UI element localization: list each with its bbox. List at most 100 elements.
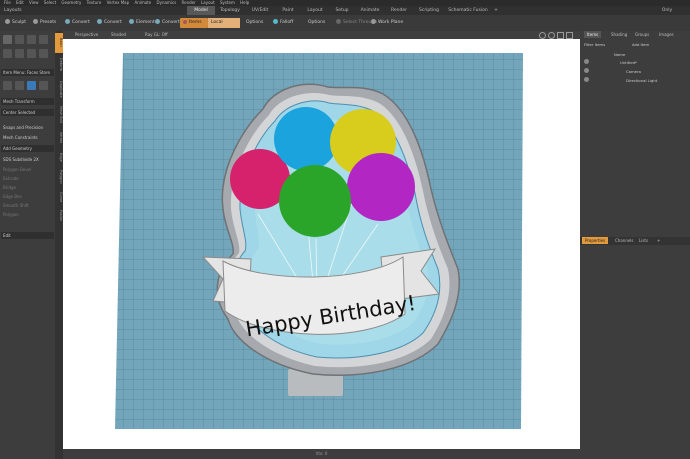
tab-images[interactable]: Images — [656, 31, 677, 38]
menu-render[interactable]: Render — [182, 0, 196, 5]
menu-dynamics[interactable]: Dynamics — [157, 0, 177, 5]
layouts-menu[interactable]: Layouts — [2, 6, 32, 15]
extrude-button[interactable]: Extrude — [1, 175, 54, 182]
menu-file[interactable]: File — [4, 0, 11, 5]
tab-render[interactable]: Render — [386, 6, 412, 15]
visibility-eye-icon[interactable] — [584, 77, 589, 82]
shield-icon[interactable] — [27, 81, 36, 90]
viewport-canvas[interactable]: Happy Birthday! — [63, 39, 580, 449]
3d-viewport[interactable]: Happy Birthday! — [63, 39, 580, 449]
rotate-tool-icon[interactable] — [15, 35, 24, 44]
add-panel-button[interactable]: + — [654, 237, 663, 244]
vtab-fusion[interactable]: Fusion — [55, 207, 63, 225]
convert-edge-button[interactable]: Convert — [94, 18, 125, 28]
menu-animate[interactable]: Animate — [134, 0, 151, 5]
tab-paint[interactable]: Paint — [276, 6, 300, 15]
shaded-menu[interactable]: Shaded — [111, 31, 126, 39]
snaps-precision-toggle[interactable]: Snaps and Precision — [1, 124, 54, 131]
visibility-eye-icon[interactable] — [584, 59, 589, 64]
menu-select[interactable]: Select — [44, 0, 56, 5]
bevel-tool-icon[interactable] — [3, 81, 12, 90]
falloff-button[interactable]: Falloff — [270, 18, 296, 28]
menu-edit[interactable]: Edit — [16, 0, 24, 5]
move-tool-icon[interactable] — [3, 35, 12, 44]
mesh-constraints-toggle[interactable]: Mesh Constraints — [1, 134, 54, 141]
items-mode-button[interactable]: Items — [180, 18, 208, 28]
scale-tool-icon[interactable] — [27, 35, 36, 44]
presets-button[interactable]: Presets — [30, 18, 59, 28]
options-falloff-button[interactable]: Options — [305, 18, 328, 28]
options-button[interactable]: Options — [243, 18, 266, 28]
edge-bevel-button[interactable]: Edge Bev — [1, 193, 54, 200]
work-plane-button[interactable]: Work Plane — [368, 18, 406, 28]
tab-groups[interactable]: Groups — [632, 31, 652, 38]
add-geometry-header[interactable]: Add Geometry — [1, 145, 54, 152]
tab-model[interactable]: Model — [187, 6, 215, 15]
tab-layout[interactable]: Layout — [302, 6, 328, 15]
mesh-transform-dropdown[interactable]: Mesh Transform — [1, 98, 54, 105]
menu-system[interactable]: System — [220, 0, 235, 5]
menu-help[interactable]: Help — [240, 0, 249, 5]
vtab-vertex[interactable]: Vertex — [55, 129, 63, 147]
menu-vertex-map[interactable]: Vertex Map — [107, 0, 130, 5]
tab-lists[interactable]: Lists — [636, 237, 651, 244]
tab-animate[interactable]: Animate — [356, 6, 384, 15]
item-menu-dropdown[interactable]: Item Menu: Faces Store — [1, 69, 54, 76]
vtab-polygon[interactable]: Polygon — [55, 167, 63, 187]
tab-channels[interactable]: Channels — [612, 237, 637, 244]
tree-item-scene[interactable]: Untitled* — [620, 60, 637, 65]
presets-icon — [33, 19, 38, 24]
tab-scripting[interactable]: Scripting — [414, 6, 444, 15]
vtab-deform[interactable]: Deform — [55, 55, 63, 75]
extrude-tool-icon[interactable] — [15, 81, 24, 90]
tab-setup[interactable]: Setup — [330, 6, 354, 15]
tab-shading[interactable]: Shading — [608, 31, 630, 38]
tab-schematic-fusion[interactable]: Schematic Fusion — [446, 6, 490, 15]
ray-gl-menu[interactable]: Ray GL: Off — [145, 31, 168, 39]
vtab-duplicate[interactable]: Duplicate — [55, 77, 63, 101]
cylinder-tool-icon[interactable] — [27, 49, 36, 58]
vtab-curve[interactable]: Curve — [55, 189, 63, 205]
loop-tool-icon[interactable] — [39, 81, 48, 90]
add-item-button[interactable]: Add Item — [632, 42, 649, 47]
sphere-tool-icon[interactable] — [15, 49, 24, 58]
center-selected-dropdown[interactable]: Center Selected — [1, 109, 54, 116]
rotate-view-icon[interactable] — [548, 32, 555, 39]
vtab-basic[interactable]: Basic — [55, 33, 63, 53]
menu-geometry[interactable]: Geometry — [61, 0, 81, 5]
transform-tool-icon[interactable] — [39, 35, 48, 44]
element-icon — [129, 19, 134, 24]
menu-view[interactable]: View — [29, 0, 39, 5]
bridge-button[interactable]: Bridge — [1, 184, 54, 191]
tab-properties[interactable]: Properties — [582, 237, 609, 244]
local-button[interactable]: Local — [208, 18, 240, 28]
maximize-view-icon[interactable] — [566, 32, 573, 39]
vtab-edge[interactable]: Edge — [55, 149, 63, 165]
vtab-mesh-edit[interactable]: Mesh Edit — [55, 103, 63, 127]
box-tool-icon[interactable] — [3, 49, 12, 58]
tab-items[interactable]: Items — [584, 31, 602, 38]
visibility-eye-icon[interactable] — [584, 68, 589, 73]
edit-dropdown[interactable]: Edit — [1, 232, 54, 239]
tab-uv-edit[interactable]: UV/Edit — [246, 6, 274, 15]
tab-topology[interactable]: Topology — [216, 6, 244, 15]
perspective-menu[interactable]: Perspective — [75, 31, 98, 39]
tree-item-camera[interactable]: Camera — [626, 69, 641, 74]
zoom-view-icon[interactable] — [557, 32, 564, 39]
smooth-shift-button[interactable]: Smooth Shift — [1, 202, 54, 209]
only-toggle[interactable]: Only — [656, 6, 678, 15]
polygon-button[interactable]: Polygon — [1, 211, 54, 218]
move-view-icon[interactable] — [539, 32, 546, 39]
filter-items-field[interactable]: Filter Items — [584, 42, 605, 47]
name-column-header: Name — [614, 52, 626, 57]
sds-subdivide-button[interactable]: SDS Subdivide 2X — [1, 156, 54, 163]
menu-layout[interactable]: Layout — [201, 0, 215, 5]
sculpt-button[interactable]: Sculpt — [2, 18, 29, 28]
add-tab-button[interactable]: + — [492, 6, 500, 15]
polygon-bevel-button[interactable]: Polygon Bevel — [1, 166, 54, 173]
menu-texture[interactable]: Texture — [87, 0, 102, 5]
tree-item-light[interactable]: Directional Light — [626, 78, 657, 83]
convert-vertex-button[interactable]: Convert — [62, 18, 93, 28]
pen-tool-icon[interactable] — [39, 49, 48, 58]
convert-polygon-button[interactable]: Convert — [152, 18, 183, 28]
